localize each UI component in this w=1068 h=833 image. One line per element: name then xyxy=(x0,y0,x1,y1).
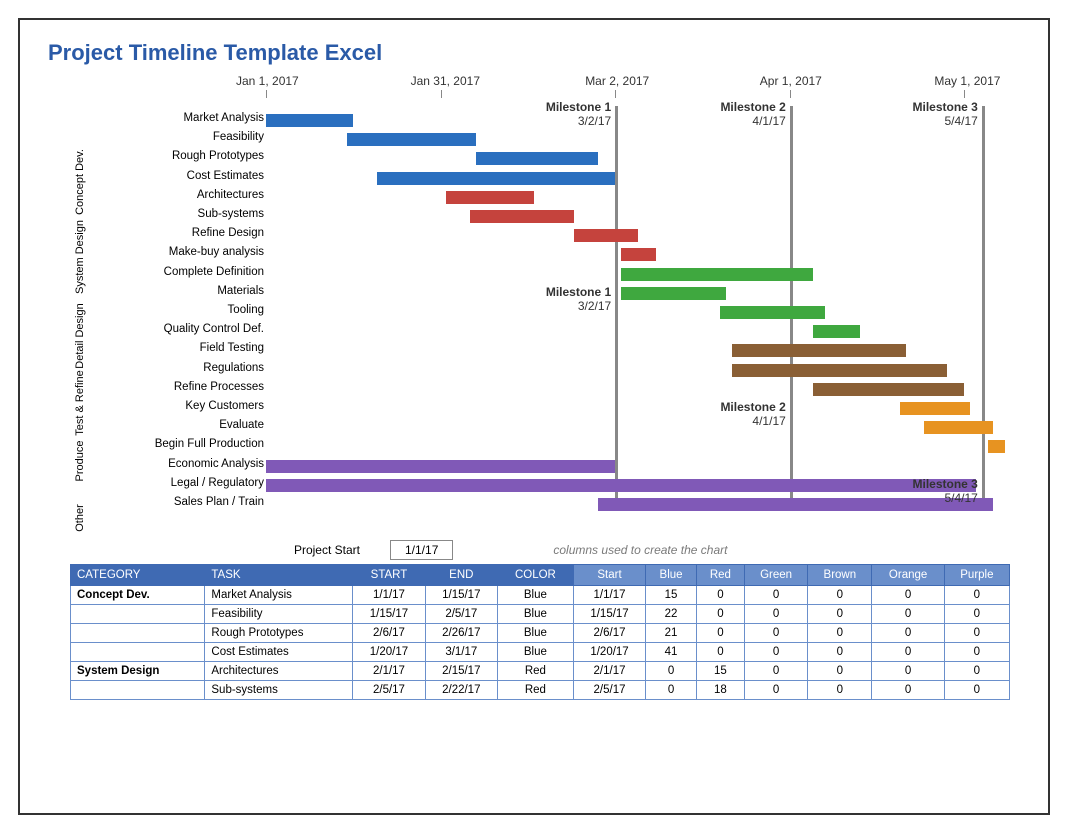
axis-tick-label: May 1, 2017 xyxy=(934,74,1000,88)
task-label: Sales Plan / Train xyxy=(84,496,264,508)
gantt-bar xyxy=(813,325,860,338)
table-row: Feasibility1/15/172/5/17Blue1/15/1722000… xyxy=(71,605,1010,624)
table-header: Blue xyxy=(646,565,697,586)
table-header: Red xyxy=(696,565,744,586)
gantt-bar xyxy=(574,229,638,242)
table-header: TASK xyxy=(205,565,353,586)
table-row: Cost Estimates1/20/173/1/17Blue1/20/1741… xyxy=(71,643,1010,662)
task-label: Cost Estimates xyxy=(84,170,264,182)
task-label: Begin Full Production xyxy=(84,438,264,450)
gantt-bar xyxy=(621,248,656,261)
gantt-bar xyxy=(470,210,575,223)
axis-tick-label: Jan 31, 2017 xyxy=(411,74,480,88)
milestone-inline-label: Milestone 13/2/17 xyxy=(525,285,611,313)
gantt-bar xyxy=(732,364,947,377)
task-label: Make-buy analysis xyxy=(84,246,264,258)
table-row: System DesignArchitectures2/1/172/15/17R… xyxy=(71,662,1010,681)
task-label: Materials xyxy=(84,285,264,297)
milestone-top-label: Milestone 13/2/17 xyxy=(525,100,611,128)
task-label: Refine Design xyxy=(84,227,264,239)
table-header: CATEGORY xyxy=(71,565,205,586)
task-label: Evaluate xyxy=(84,419,264,431)
gantt-bar xyxy=(988,440,1005,453)
columns-hint: columns used to create the chart xyxy=(553,543,727,557)
page-title: Project Timeline Template Excel xyxy=(48,40,1048,66)
project-start-label: Project Start xyxy=(80,543,370,557)
gantt-bar xyxy=(377,172,616,185)
task-label: Market Analysis xyxy=(84,112,264,124)
task-label: Field Testing xyxy=(84,342,264,354)
axis-tick-label: Mar 2, 2017 xyxy=(585,74,649,88)
table-row: Sub-systems2/5/172/22/17Red2/5/170180000 xyxy=(71,681,1010,700)
gantt-bar xyxy=(266,114,353,127)
gantt-chart: Jan 1, 2017 Jan 31, 2017 Mar 2, 2017 Apr 1,… xyxy=(70,74,1030,526)
task-label: Rough Prototypes xyxy=(84,150,264,162)
gantt-bar xyxy=(924,421,994,434)
project-start-input[interactable]: 1/1/17 xyxy=(390,540,453,560)
gantt-bar xyxy=(266,460,615,473)
task-label: Quality Control Def. xyxy=(84,323,264,335)
category-label: System Design xyxy=(74,224,86,294)
milestone-top-label: Milestone 24/1/17 xyxy=(700,100,786,128)
table-header: Green xyxy=(744,565,807,586)
category-label: Concept Dev. xyxy=(74,147,86,217)
task-label: Complete Definition xyxy=(84,266,264,278)
table-header: START xyxy=(353,565,425,586)
milestone-line xyxy=(982,106,985,506)
milestone-inline-label: Milestone 35/4/17 xyxy=(892,477,978,505)
table-header: COLOR xyxy=(497,565,573,586)
axis-tick-label: Jan 1, 2017 xyxy=(236,74,299,88)
table-header: END xyxy=(425,565,497,586)
task-label: Economic Analysis xyxy=(84,458,264,470)
table-row: Concept Dev.Market Analysis1/1/171/15/17… xyxy=(71,586,1010,605)
table-header: Start xyxy=(573,565,645,586)
task-label: Regulations xyxy=(84,362,264,374)
table-header: Brown xyxy=(808,565,872,586)
task-label: Architectures xyxy=(84,189,264,201)
gantt-bar xyxy=(621,268,813,281)
gantt-bar xyxy=(446,191,533,204)
task-label: Tooling xyxy=(84,304,264,316)
table-row: Rough Prototypes2/6/172/26/17Blue2/6/172… xyxy=(71,624,1010,643)
category-label: Other xyxy=(74,483,86,553)
axis-tick-label: Apr 1, 2017 xyxy=(760,74,822,88)
task-label: Refine Processes xyxy=(84,381,264,393)
table-header: Orange xyxy=(872,565,944,586)
milestone-top-label: Milestone 35/4/17 xyxy=(892,100,978,128)
task-label: Key Customers xyxy=(84,400,264,412)
gantt-bar xyxy=(266,479,976,492)
task-label: Sub-systems xyxy=(84,208,264,220)
gantt-bar xyxy=(476,152,598,165)
gantt-bar xyxy=(720,306,825,319)
task-label: Feasibility xyxy=(84,131,264,143)
gantt-bar xyxy=(621,287,726,300)
table-header: Purple xyxy=(944,565,1009,586)
task-label: Legal / Regulatory xyxy=(84,477,264,489)
milestone-inline-label: Milestone 24/1/17 xyxy=(700,400,786,428)
gantt-bar xyxy=(900,402,970,415)
category-label: Detail Design xyxy=(74,301,86,371)
milestone-line xyxy=(615,106,618,506)
gantt-bar xyxy=(347,133,475,146)
data-table: CATEGORYTASKSTARTENDCOLORStartBlueRedGre… xyxy=(70,564,1010,700)
gantt-bar xyxy=(732,344,907,357)
gantt-bar xyxy=(813,383,964,396)
